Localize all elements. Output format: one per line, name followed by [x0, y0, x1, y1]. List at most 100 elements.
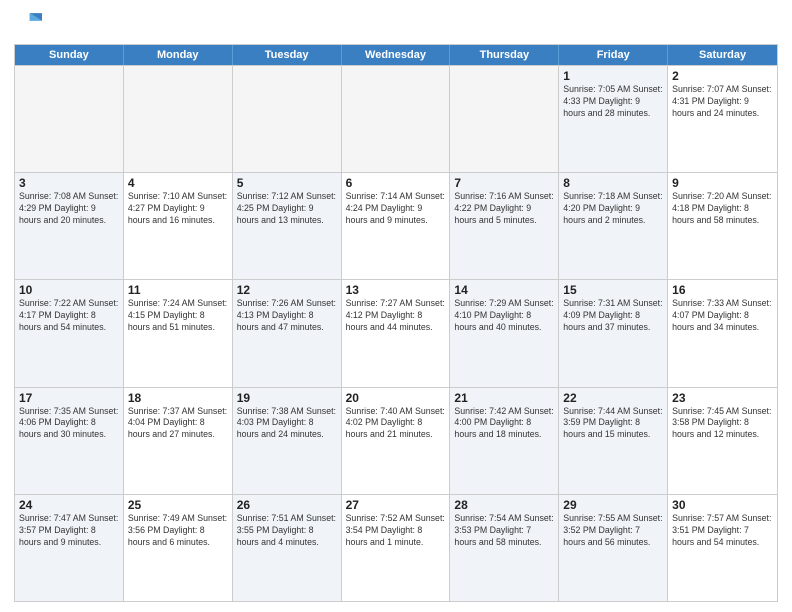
- cal-cell-19: 19Sunrise: 7:38 AM Sunset: 4:03 PM Dayli…: [233, 388, 342, 494]
- day-info: Sunrise: 7:29 AM Sunset: 4:10 PM Dayligh…: [454, 298, 554, 334]
- day-info: Sunrise: 7:47 AM Sunset: 3:57 PM Dayligh…: [19, 513, 119, 549]
- day-info: Sunrise: 7:05 AM Sunset: 4:33 PM Dayligh…: [563, 84, 663, 120]
- cal-cell-16: 16Sunrise: 7:33 AM Sunset: 4:07 PM Dayli…: [668, 280, 777, 386]
- day-info: Sunrise: 7:07 AM Sunset: 4:31 PM Dayligh…: [672, 84, 773, 120]
- cal-cell-6: 6Sunrise: 7:14 AM Sunset: 4:24 PM Daylig…: [342, 173, 451, 279]
- cal-cell-22: 22Sunrise: 7:44 AM Sunset: 3:59 PM Dayli…: [559, 388, 668, 494]
- day-number: 29: [563, 498, 663, 512]
- day-number: 2: [672, 69, 773, 83]
- day-number: 10: [19, 283, 119, 297]
- calendar-header: SundayMondayTuesdayWednesdayThursdayFrid…: [15, 45, 777, 65]
- header-day-wednesday: Wednesday: [342, 45, 451, 65]
- cal-cell-5: 5Sunrise: 7:12 AM Sunset: 4:25 PM Daylig…: [233, 173, 342, 279]
- day-info: Sunrise: 7:55 AM Sunset: 3:52 PM Dayligh…: [563, 513, 663, 549]
- day-number: 22: [563, 391, 663, 405]
- cal-cell-27: 27Sunrise: 7:52 AM Sunset: 3:54 PM Dayli…: [342, 495, 451, 601]
- header-day-thursday: Thursday: [450, 45, 559, 65]
- day-number: 24: [19, 498, 119, 512]
- cal-cell-25: 25Sunrise: 7:49 AM Sunset: 3:56 PM Dayli…: [124, 495, 233, 601]
- day-number: 13: [346, 283, 446, 297]
- day-info: Sunrise: 7:54 AM Sunset: 3:53 PM Dayligh…: [454, 513, 554, 549]
- day-number: 6: [346, 176, 446, 190]
- cal-cell-12: 12Sunrise: 7:26 AM Sunset: 4:13 PM Dayli…: [233, 280, 342, 386]
- day-number: 28: [454, 498, 554, 512]
- cal-cell-13: 13Sunrise: 7:27 AM Sunset: 4:12 PM Dayli…: [342, 280, 451, 386]
- header-day-saturday: Saturday: [668, 45, 777, 65]
- day-info: Sunrise: 7:40 AM Sunset: 4:02 PM Dayligh…: [346, 406, 446, 442]
- day-number: 15: [563, 283, 663, 297]
- day-number: 17: [19, 391, 119, 405]
- cal-cell-1: 1Sunrise: 7:05 AM Sunset: 4:33 PM Daylig…: [559, 66, 668, 172]
- day-info: Sunrise: 7:24 AM Sunset: 4:15 PM Dayligh…: [128, 298, 228, 334]
- day-info: Sunrise: 7:37 AM Sunset: 4:04 PM Dayligh…: [128, 406, 228, 442]
- day-info: Sunrise: 7:42 AM Sunset: 4:00 PM Dayligh…: [454, 406, 554, 442]
- header-day-sunday: Sunday: [15, 45, 124, 65]
- day-number: 14: [454, 283, 554, 297]
- cal-cell-empty-0-2: [233, 66, 342, 172]
- cal-cell-21: 21Sunrise: 7:42 AM Sunset: 4:00 PM Dayli…: [450, 388, 559, 494]
- day-number: 25: [128, 498, 228, 512]
- cal-cell-26: 26Sunrise: 7:51 AM Sunset: 3:55 PM Dayli…: [233, 495, 342, 601]
- day-info: Sunrise: 7:45 AM Sunset: 3:58 PM Dayligh…: [672, 406, 773, 442]
- day-number: 5: [237, 176, 337, 190]
- day-info: Sunrise: 7:10 AM Sunset: 4:27 PM Dayligh…: [128, 191, 228, 227]
- cal-cell-empty-0-3: [342, 66, 451, 172]
- cal-cell-24: 24Sunrise: 7:47 AM Sunset: 3:57 PM Dayli…: [15, 495, 124, 601]
- logo-icon: [14, 10, 42, 38]
- calendar-row-2: 3Sunrise: 7:08 AM Sunset: 4:29 PM Daylig…: [15, 172, 777, 279]
- day-number: 21: [454, 391, 554, 405]
- day-info: Sunrise: 7:49 AM Sunset: 3:56 PM Dayligh…: [128, 513, 228, 549]
- day-number: 18: [128, 391, 228, 405]
- cal-cell-4: 4Sunrise: 7:10 AM Sunset: 4:27 PM Daylig…: [124, 173, 233, 279]
- day-info: Sunrise: 7:20 AM Sunset: 4:18 PM Dayligh…: [672, 191, 773, 227]
- day-info: Sunrise: 7:51 AM Sunset: 3:55 PM Dayligh…: [237, 513, 337, 549]
- day-number: 3: [19, 176, 119, 190]
- day-number: 9: [672, 176, 773, 190]
- cal-cell-3: 3Sunrise: 7:08 AM Sunset: 4:29 PM Daylig…: [15, 173, 124, 279]
- day-number: 26: [237, 498, 337, 512]
- day-number: 30: [672, 498, 773, 512]
- cal-cell-15: 15Sunrise: 7:31 AM Sunset: 4:09 PM Dayli…: [559, 280, 668, 386]
- cal-cell-8: 8Sunrise: 7:18 AM Sunset: 4:20 PM Daylig…: [559, 173, 668, 279]
- calendar-row-1: 1Sunrise: 7:05 AM Sunset: 4:33 PM Daylig…: [15, 65, 777, 172]
- cal-cell-2: 2Sunrise: 7:07 AM Sunset: 4:31 PM Daylig…: [668, 66, 777, 172]
- day-number: 16: [672, 283, 773, 297]
- calendar-row-3: 10Sunrise: 7:22 AM Sunset: 4:17 PM Dayli…: [15, 279, 777, 386]
- day-info: Sunrise: 7:16 AM Sunset: 4:22 PM Dayligh…: [454, 191, 554, 227]
- logo: [14, 10, 46, 38]
- day-info: Sunrise: 7:27 AM Sunset: 4:12 PM Dayligh…: [346, 298, 446, 334]
- calendar-body: 1Sunrise: 7:05 AM Sunset: 4:33 PM Daylig…: [15, 65, 777, 601]
- header-day-friday: Friday: [559, 45, 668, 65]
- cal-cell-28: 28Sunrise: 7:54 AM Sunset: 3:53 PM Dayli…: [450, 495, 559, 601]
- cal-cell-30: 30Sunrise: 7:57 AM Sunset: 3:51 PM Dayli…: [668, 495, 777, 601]
- day-info: Sunrise: 7:08 AM Sunset: 4:29 PM Dayligh…: [19, 191, 119, 227]
- day-number: 12: [237, 283, 337, 297]
- cal-cell-23: 23Sunrise: 7:45 AM Sunset: 3:58 PM Dayli…: [668, 388, 777, 494]
- day-number: 19: [237, 391, 337, 405]
- cal-cell-20: 20Sunrise: 7:40 AM Sunset: 4:02 PM Dayli…: [342, 388, 451, 494]
- day-number: 20: [346, 391, 446, 405]
- cal-cell-empty-0-1: [124, 66, 233, 172]
- header-day-tuesday: Tuesday: [233, 45, 342, 65]
- day-info: Sunrise: 7:18 AM Sunset: 4:20 PM Dayligh…: [563, 191, 663, 227]
- cal-cell-14: 14Sunrise: 7:29 AM Sunset: 4:10 PM Dayli…: [450, 280, 559, 386]
- day-number: 7: [454, 176, 554, 190]
- cal-cell-empty-0-0: [15, 66, 124, 172]
- day-number: 23: [672, 391, 773, 405]
- day-info: Sunrise: 7:52 AM Sunset: 3:54 PM Dayligh…: [346, 513, 446, 549]
- day-info: Sunrise: 7:44 AM Sunset: 3:59 PM Dayligh…: [563, 406, 663, 442]
- header: [14, 10, 778, 38]
- calendar-row-5: 24Sunrise: 7:47 AM Sunset: 3:57 PM Dayli…: [15, 494, 777, 601]
- cal-cell-29: 29Sunrise: 7:55 AM Sunset: 3:52 PM Dayli…: [559, 495, 668, 601]
- header-day-monday: Monday: [124, 45, 233, 65]
- cal-cell-7: 7Sunrise: 7:16 AM Sunset: 4:22 PM Daylig…: [450, 173, 559, 279]
- day-info: Sunrise: 7:22 AM Sunset: 4:17 PM Dayligh…: [19, 298, 119, 334]
- day-number: 8: [563, 176, 663, 190]
- cal-cell-11: 11Sunrise: 7:24 AM Sunset: 4:15 PM Dayli…: [124, 280, 233, 386]
- page: SundayMondayTuesdayWednesdayThursdayFrid…: [0, 0, 792, 612]
- cal-cell-18: 18Sunrise: 7:37 AM Sunset: 4:04 PM Dayli…: [124, 388, 233, 494]
- calendar-row-4: 17Sunrise: 7:35 AM Sunset: 4:06 PM Dayli…: [15, 387, 777, 494]
- day-info: Sunrise: 7:35 AM Sunset: 4:06 PM Dayligh…: [19, 406, 119, 442]
- calendar: SundayMondayTuesdayWednesdayThursdayFrid…: [14, 44, 778, 602]
- day-info: Sunrise: 7:57 AM Sunset: 3:51 PM Dayligh…: [672, 513, 773, 549]
